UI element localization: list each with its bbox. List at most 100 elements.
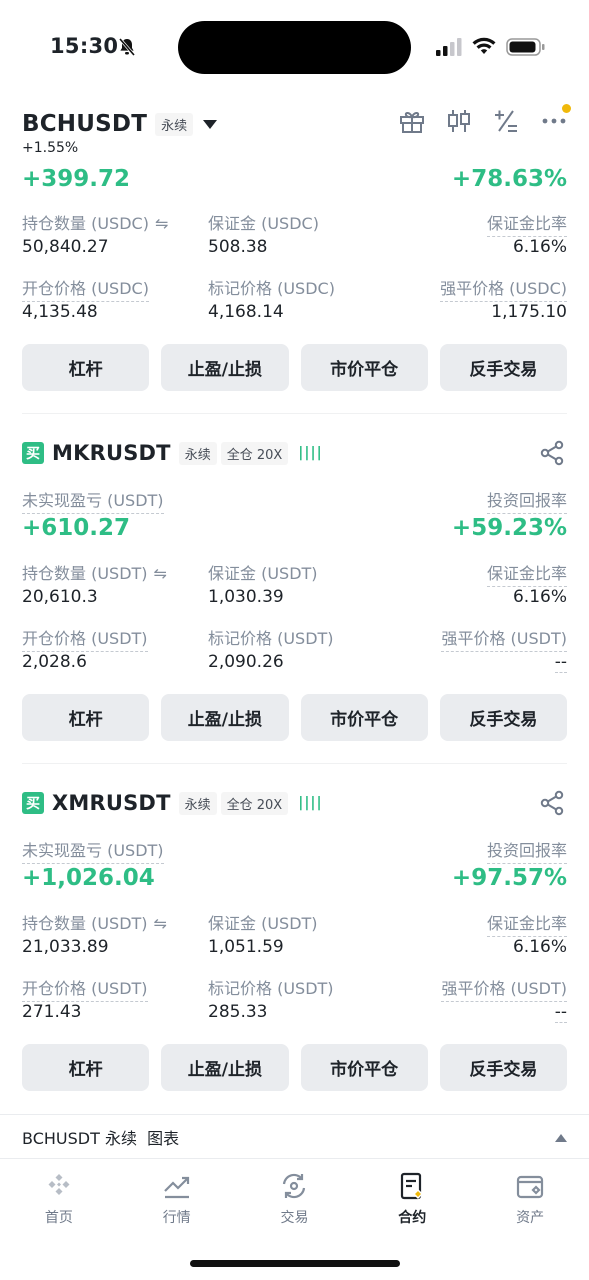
leverage-button[interactable]: 杠杆: [22, 344, 150, 391]
chart-bar-label: BCHUSDT 永续 图表: [22, 1128, 180, 1148]
dynamic-island: [178, 21, 411, 74]
tab-trade[interactable]: 交易: [236, 1159, 354, 1234]
entry-price-label[interactable]: 开仓价格 (USDT): [22, 975, 148, 1002]
header-toolbar: [399, 108, 567, 138]
share-icon[interactable]: [539, 440, 565, 470]
mark-price-label: 标记价格 (USDT): [208, 629, 334, 648]
caret-down-icon[interactable]: [203, 115, 218, 134]
roi-value: +59.23%: [451, 515, 567, 541]
unrealized-pnl: +399.72: [22, 166, 131, 192]
roi-label[interactable]: 投资回报率: [486, 487, 567, 514]
liq-price-label[interactable]: 强平价格 (USDT): [441, 975, 567, 1002]
swap-icon[interactable]: ⇋: [154, 914, 167, 933]
margin-ratio-label[interactable]: 保证金比率: [486, 560, 567, 587]
margin-label: 保证金 (USDT): [208, 914, 318, 933]
qty-label[interactable]: 持仓数量 (USDT) ⇋: [22, 560, 167, 586]
position-actions: 杠杆 止盈/止损 市价平仓 反手交易: [22, 1044, 567, 1091]
entry-price-label[interactable]: 开仓价格 (USDT): [22, 625, 148, 652]
market-close-button[interactable]: 市价平仓: [300, 344, 428, 391]
tab-futures[interactable]: 合约: [353, 1159, 471, 1234]
battery-icon: [506, 37, 546, 61]
tab-label: 资产: [516, 1210, 545, 1226]
calculator-icon[interactable]: [493, 108, 519, 138]
status-time: 15:30: [50, 34, 119, 58]
contract-type-tag: 永续: [178, 441, 217, 465]
qty-label[interactable]: 持仓数量 (USDC) ⇋: [22, 210, 168, 236]
margin-value: 508.38: [208, 237, 268, 257]
margin-mode-tag: 全仓 20X: [220, 791, 289, 815]
tab-home[interactable]: 首页: [0, 1159, 118, 1234]
margin-mode-tag: 全仓 20X: [220, 441, 289, 465]
unrealized-pnl-label[interactable]: 未实现盈亏 (USDT): [22, 487, 164, 514]
margin-label: 保证金 (USDT): [208, 564, 318, 583]
margin-ratio-label[interactable]: 保证金比率: [486, 210, 567, 237]
tab-markets[interactable]: 行情: [118, 1159, 236, 1234]
chart-toggle-bar[interactable]: BCHUSDT 永续 图表: [0, 1114, 589, 1158]
roi-value: +97.57%: [451, 865, 567, 891]
swap-icon[interactable]: ⇋: [154, 564, 167, 583]
mark-price-label: 标记价格 (USDT): [208, 979, 334, 998]
reverse-trade-button[interactable]: 反手交易: [439, 694, 567, 741]
share-icon[interactable]: [539, 790, 565, 820]
entry-price-value: 2,028.6: [22, 652, 87, 672]
gift-icon[interactable]: [399, 108, 425, 138]
margin-value: 1,051.59: [208, 937, 284, 957]
tab-assets[interactable]: 资产: [471, 1159, 589, 1234]
reverse-trade-button[interactable]: 反手交易: [439, 1044, 567, 1091]
bottom-tab-bar: 首页 行情 交易 合约 资产: [0, 1158, 589, 1234]
reverse-trade-button[interactable]: 反手交易: [439, 344, 567, 391]
margin-value: 1,030.39: [208, 587, 284, 607]
liq-price-label[interactable]: 强平价格 (USDT): [441, 625, 567, 652]
caret-up-icon[interactable]: [555, 1127, 567, 1146]
price-change-pct: +1.55%: [22, 140, 79, 156]
leverage-button[interactable]: 杠杆: [22, 1044, 150, 1091]
position-header-mkrusdt: 买 MKRUSDT 永续 全仓 20X ||||: [22, 433, 323, 473]
symbol-name: MKRUSDT: [52, 441, 171, 465]
tpsl-button[interactable]: 止盈/止损: [161, 344, 289, 391]
divider: [22, 763, 567, 764]
margin-ratio-value: 6.16%: [512, 937, 567, 957]
more-icon[interactable]: [541, 108, 567, 138]
unrealized-pnl-label[interactable]: 未实现盈亏 (USDT): [22, 837, 164, 864]
roi-value: +78.63%: [451, 166, 567, 192]
unrealized-pnl: +1,026.04: [22, 865, 155, 891]
roi-label[interactable]: 投资回报率: [486, 837, 567, 864]
swap-icon[interactable]: ⇋: [155, 214, 168, 233]
tpsl-button[interactable]: 止盈/止损: [161, 1044, 289, 1091]
mark-price-value: 4,168.14: [208, 302, 284, 322]
futures-icon: [401, 1172, 424, 1200]
buy-badge: 买: [22, 792, 44, 814]
unrealized-pnl: +610.27: [22, 515, 131, 541]
liq-price-label[interactable]: 强平价格 (USDC): [440, 275, 567, 302]
margin-ratio-value: 6.16%: [512, 587, 567, 607]
bell-muted-icon: [117, 37, 137, 61]
contract-type-tag: 永续: [178, 791, 217, 815]
buy-badge: 买: [22, 442, 44, 464]
margin-ratio-value: 6.16%: [512, 237, 567, 257]
liq-price-value: --: [554, 1002, 567, 1023]
status-bar: 15:30: [0, 0, 589, 96]
risk-bars-icon: ||||: [298, 445, 323, 461]
margin-ratio-label[interactable]: 保证金比率: [486, 910, 567, 937]
entry-price-value: 271.43: [22, 1002, 82, 1022]
notification-dot: [562, 104, 571, 113]
tpsl-button[interactable]: 止盈/止损: [161, 694, 289, 741]
home-indicator: [190, 1260, 400, 1267]
tab-label: 行情: [162, 1210, 191, 1226]
market-close-button[interactable]: 市价平仓: [300, 1044, 428, 1091]
leverage-button[interactable]: 杠杆: [22, 694, 150, 741]
qty-label[interactable]: 持仓数量 (USDT) ⇋: [22, 910, 167, 936]
position-actions: 杠杆 止盈/止损 市价平仓 反手交易: [22, 344, 567, 391]
entry-price-label[interactable]: 开仓价格 (USDC): [22, 275, 149, 302]
symbol-name: XMRUSDT: [52, 791, 171, 815]
cellular-signal-icon: [436, 38, 462, 60]
position-header-bchusdt[interactable]: BCHUSDT 永续: [22, 104, 218, 144]
tab-label: 交易: [280, 1210, 309, 1226]
tab-label: 首页: [44, 1210, 73, 1226]
symbol-name: BCHUSDT: [22, 111, 148, 137]
markets-icon: [163, 1176, 189, 1199]
risk-bars-icon: ||||: [298, 795, 323, 811]
candlestick-chart-icon[interactable]: [447, 108, 471, 138]
market-close-button[interactable]: 市价平仓: [300, 694, 428, 741]
qty-value: 50,840.27: [22, 237, 109, 257]
